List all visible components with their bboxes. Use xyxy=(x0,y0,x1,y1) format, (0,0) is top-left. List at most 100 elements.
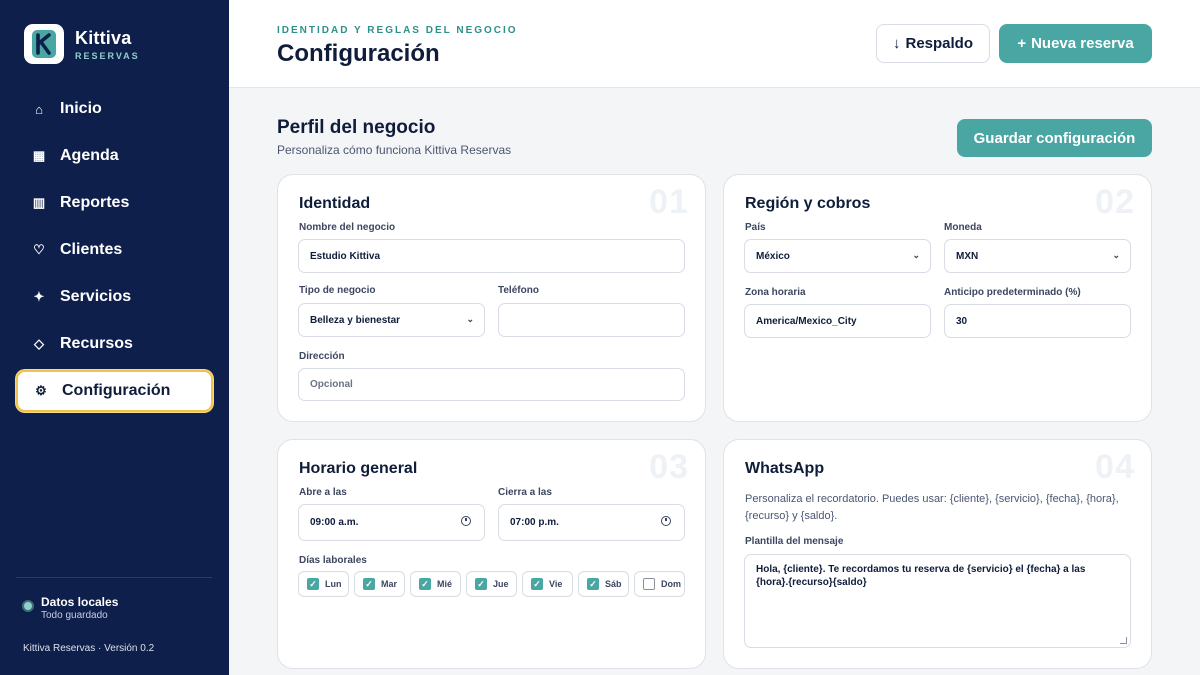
sidebar-nav: ⌂ Inicio ▦ Agenda ▥ Reportes ♡ Clientes … xyxy=(16,88,213,417)
day-toggle-lun[interactable]: ✓ Lun xyxy=(298,571,349,597)
chevron-down-icon: ⌄ xyxy=(1112,250,1120,260)
chevron-down-icon: ⌄ xyxy=(466,314,474,324)
business-type-value: Belleza y bienestar xyxy=(310,314,401,326)
open-time-input[interactable]: 09:00 a.m. xyxy=(298,504,485,541)
diamond-icon: ◇ xyxy=(34,336,44,351)
gear-icon: ⚙ xyxy=(35,383,47,398)
business-name-input[interactable]: Estudio Kittiva xyxy=(298,239,685,273)
deposit-label: Anticipo predeterminado (%) xyxy=(944,287,1081,298)
day-toggle-dom[interactable]: Dom xyxy=(634,571,685,597)
day-toggle-jue[interactable]: ✓ Jue xyxy=(466,571,517,597)
workdays-label: Días laborales xyxy=(299,555,367,566)
sparkle-icon: ✦ xyxy=(33,289,45,304)
checkbox-checked-icon: ✓ xyxy=(587,578,599,590)
workdays-group: ✓ Lun ✓ Mar ✓ Mié ✓ Jue ✓ Vie ✓ Sáb Dom xyxy=(298,571,685,597)
chevron-down-icon: ⌄ xyxy=(912,250,920,260)
sidebar-item-label: Servicios xyxy=(60,288,132,305)
sidebar-item-inicio[interactable]: ⌂ Inicio xyxy=(16,88,213,130)
card-number: 04 xyxy=(1095,448,1135,486)
country-label: País xyxy=(745,222,766,233)
currency-value: MXN xyxy=(956,250,979,262)
card-title: Región y cobros xyxy=(745,195,871,212)
sidebar-item-label: Inicio xyxy=(60,100,102,117)
local-data-status: Datos locales Todo guardado xyxy=(22,595,118,621)
page-header: IDENTIDAD Y REGLAS DEL NEGOCIO Configura… xyxy=(229,0,1200,88)
sidebar-item-label: Reportes xyxy=(60,194,130,211)
sidebar-divider xyxy=(16,577,212,578)
status-dot-icon xyxy=(22,600,34,612)
phone-input[interactable] xyxy=(498,303,685,337)
save-configuration-button[interactable]: Guardar configuración xyxy=(957,119,1152,157)
checkbox-checked-icon: ✓ xyxy=(363,578,375,590)
download-arrow-icon: ↓ xyxy=(892,35,901,52)
sidebar-item-recursos[interactable]: ◇ Recursos xyxy=(16,323,213,365)
card-number: 03 xyxy=(649,448,689,486)
sidebar-item-agenda[interactable]: ▦ Agenda xyxy=(16,135,213,177)
country-select[interactable]: México ⌄ xyxy=(744,239,931,273)
address-input[interactable]: Opcional xyxy=(298,368,685,401)
home-icon: ⌂ xyxy=(35,101,43,117)
checkbox-checked-icon: ✓ xyxy=(531,578,543,590)
backup-button[interactable]: ↓ Respaldo xyxy=(876,24,990,63)
sidebar-item-servicios[interactable]: ✦ Servicios xyxy=(16,276,213,318)
sidebar-item-clientes[interactable]: ♡ Clientes xyxy=(16,229,213,271)
day-label: Dom xyxy=(661,579,681,589)
page-eyebrow: IDENTIDAD Y REGLAS DEL NEGOCIO xyxy=(277,25,518,36)
status-subtitle: Todo guardado xyxy=(41,610,108,621)
currency-select[interactable]: MXN ⌄ xyxy=(944,239,1131,273)
business-type-label: Tipo de negocio xyxy=(299,285,376,296)
currency-label: Moneda xyxy=(944,222,982,233)
section-subtitle: Personaliza cómo funciona Kittiva Reserv… xyxy=(277,143,512,157)
message-template-textarea[interactable]: Hola, {cliente}. Te recordamos tu reserv… xyxy=(744,554,1131,648)
day-toggle-mie[interactable]: ✓ Mié xyxy=(410,571,461,597)
open-time-value: 09:00 a.m. xyxy=(310,517,359,528)
reports-icon: ▥ xyxy=(32,195,46,210)
brand-name: Kittiva xyxy=(75,27,132,48)
deposit-input[interactable]: 30 xyxy=(944,304,1131,338)
address-placeholder: Opcional xyxy=(310,379,353,390)
sidebar-item-label: Agenda xyxy=(60,147,119,164)
calendar-icon: ▦ xyxy=(32,148,46,163)
sidebar: Kittiva RESERVAS ⌂ Inicio ▦ Agenda ▥ Rep… xyxy=(0,0,229,675)
day-label: Jue xyxy=(493,579,509,589)
whatsapp-description: Personaliza el recordatorio. Puedes usar… xyxy=(745,493,1119,522)
address-label: Dirección xyxy=(299,351,345,362)
heart-icon: ♡ xyxy=(33,242,45,257)
day-toggle-sab[interactable]: ✓ Sáb xyxy=(578,571,629,597)
close-time-input[interactable]: 07:00 p.m. xyxy=(498,504,685,541)
region-card: 02 Región y cobros País México ⌄ Moneda … xyxy=(723,174,1152,422)
business-type-select[interactable]: Belleza y bienestar ⌄ xyxy=(298,303,485,337)
card-title: WhatsApp xyxy=(745,460,825,477)
phone-label: Teléfono xyxy=(498,285,539,296)
identity-card: 01 Identidad Nombre del negocio Estudio … xyxy=(277,174,706,422)
card-number: 02 xyxy=(1095,183,1135,221)
sidebar-item-label: Clientes xyxy=(60,241,123,258)
sidebar-item-configuracion[interactable]: ⚙ Configuración xyxy=(16,370,213,412)
day-label: Lun xyxy=(325,579,342,589)
open-time-label: Abre a las xyxy=(299,487,347,498)
timezone-value: America/Mexico_City xyxy=(756,315,857,327)
brand-subtitle: RESERVAS xyxy=(75,50,140,61)
clock-icon[interactable] xyxy=(461,516,471,526)
timezone-input[interactable]: America/Mexico_City xyxy=(744,304,931,338)
brand[interactable]: Kittiva RESERVAS xyxy=(24,24,140,64)
close-time-label: Cierra a las xyxy=(498,487,552,498)
clock-icon[interactable] xyxy=(661,516,671,526)
day-toggle-mar[interactable]: ✓ Mar xyxy=(354,571,405,597)
sidebar-item-label: Recursos xyxy=(60,335,133,352)
close-time-value: 07:00 p.m. xyxy=(510,517,559,528)
day-label: Sáb xyxy=(605,579,622,589)
day-label: Mié xyxy=(437,579,453,589)
resize-handle-icon[interactable] xyxy=(1120,637,1127,644)
new-reservation-button[interactable]: + Nueva reserva xyxy=(999,24,1152,63)
section-title: Perfil del negocio xyxy=(277,117,436,138)
day-toggle-vie[interactable]: ✓ Vie xyxy=(522,571,573,597)
day-label: Mar xyxy=(381,579,398,589)
sidebar-item-label: Configuración xyxy=(62,382,171,399)
schedule-card: 03 Horario general Abre a las 09:00 a.m.… xyxy=(277,439,706,669)
card-title: Identidad xyxy=(299,195,371,212)
status-title: Datos locales xyxy=(41,595,119,609)
template-label: Plantilla del mensaje xyxy=(745,536,844,547)
sidebar-item-reportes[interactable]: ▥ Reportes xyxy=(16,182,213,224)
plus-icon: + xyxy=(1017,35,1027,52)
